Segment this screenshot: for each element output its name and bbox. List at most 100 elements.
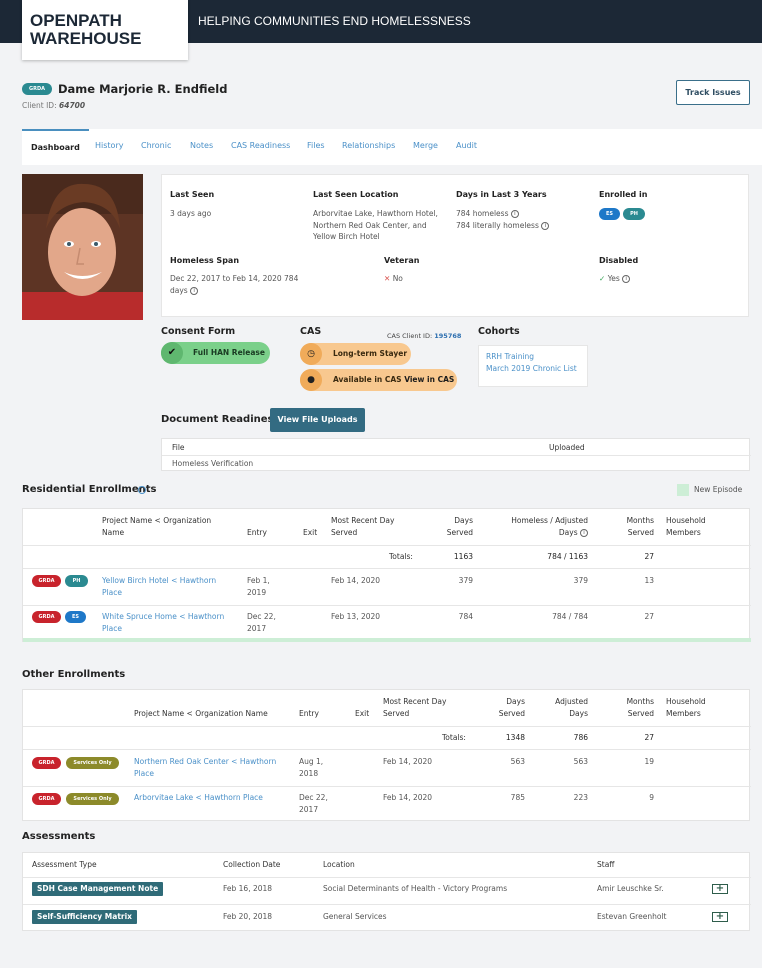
col-household-l2: Members: [666, 708, 701, 718]
collection-date: Feb 16, 2018: [223, 884, 273, 893]
col-days-l1: Days: [506, 697, 525, 706]
col-recent-l1: Most Recent Day: [383, 697, 447, 706]
totals-days: 1348: [505, 733, 525, 742]
adjusted-days: 563: [573, 757, 588, 766]
last-seen-location-label: Last Seen Location: [313, 190, 399, 199]
col-recent-l2: Served: [331, 527, 358, 537]
last-seen-label: Last Seen: [170, 190, 215, 199]
col-uploaded: Uploaded: [549, 443, 585, 452]
cas-tag-2-prefix: Available in CAS: [333, 375, 402, 384]
tab-bar: Dashboard History Chronic Notes CAS Read…: [22, 129, 762, 165]
project-link[interactable]: Yellow Birch Hotel < Hawthorn Place: [102, 575, 216, 598]
location-line-2: Northern Red Oak Center, and: [313, 220, 427, 230]
clock-icon: ◷: [300, 343, 322, 365]
entry-l2: 2018: [299, 768, 319, 778]
add-icon[interactable]: +: [712, 884, 728, 894]
document-row: Homeless Verification: [172, 459, 254, 468]
cohort-link[interactable]: March 2019 Chronic List: [486, 363, 577, 375]
homeless-span-value: Dec 22, 2017 to Feb 14, 2020 784 days i: [170, 273, 298, 296]
homeless-span-label: Homeless Span: [170, 256, 240, 265]
project-link[interactable]: Arborvitae Lake < Hawthorn Place: [134, 792, 263, 804]
col-project: Project Name < Organization Name: [134, 709, 268, 718]
entry-l1: Aug 1,: [299, 757, 324, 766]
recent-day: Feb 14, 2020: [383, 757, 433, 766]
ph-badge: PH: [65, 575, 88, 587]
info-icon[interactable]: [138, 486, 146, 494]
homeless-days: 379: [573, 576, 588, 585]
recent-day: Feb 13, 2020: [331, 612, 381, 621]
project-l2: Place: [102, 587, 122, 597]
entry-l1: Dec 22,: [299, 793, 328, 802]
days-served: 785: [510, 793, 525, 802]
col-location: Location: [323, 860, 355, 869]
tab-merge[interactable]: Merge: [413, 129, 438, 165]
info-icon[interactable]: i: [622, 275, 631, 283]
assessment-staff: Estevan Greenholt: [597, 912, 667, 921]
project-link[interactable]: Northern Red Oak Center < Hawthorn Place: [134, 756, 276, 779]
grda-badge: GRDA: [32, 575, 61, 587]
tab-files[interactable]: Files: [307, 129, 325, 165]
info-icon[interactable]: i: [190, 286, 199, 295]
col-assessment-type: Assessment Type: [32, 860, 97, 869]
col-project-l2: Name: [102, 527, 125, 537]
tab-history[interactable]: History: [95, 129, 123, 165]
info-icon[interactable]: i: [510, 210, 519, 218]
client-id-label: Client ID:: [22, 101, 57, 110]
summary-panel: Last Seen 3 days ago Last Seen Location …: [161, 174, 749, 317]
other-enrollments-title: Other Enrollments: [22, 669, 126, 680]
residential-table: Project Name < Organization Name Entry Ex…: [22, 508, 751, 642]
other-enrollments-table: Project Name < Organization Name Entry E…: [22, 689, 751, 821]
col-project-l1: Project Name < Organization: [102, 516, 212, 525]
tab-dashboard[interactable]: Dashboard: [22, 129, 89, 165]
info-icon[interactable]: i: [541, 221, 550, 230]
cohort-link[interactable]: RRH Training: [486, 351, 534, 363]
cas-tag-1: Long-term Stayer: [333, 349, 408, 358]
assessments-title: Assessments: [22, 831, 96, 842]
divider: [23, 877, 751, 878]
col-months: Months Served: [604, 696, 654, 719]
tab-relationships[interactable]: Relationships: [342, 129, 395, 165]
adjusted-days: 223: [573, 793, 588, 802]
assessment-type-link[interactable]: Self-Sufficiency Matrix: [32, 910, 138, 924]
cas-client-id-label: CAS Client ID:: [387, 332, 433, 340]
col-exit: Exit: [355, 709, 370, 718]
cas-client-id-link[interactable]: 195768: [434, 332, 461, 340]
totals-homeless: 784 / 1163: [547, 552, 588, 561]
tab-cas-readiness[interactable]: CAS Readiness: [231, 129, 290, 165]
veteran-text: No: [392, 274, 403, 283]
view-in-cas-link[interactable]: View in CAS: [404, 375, 454, 384]
assessment-type-link[interactable]: SDH Case Management Note: [32, 882, 164, 896]
days-served: 784: [458, 612, 473, 621]
tab-audit[interactable]: Audit: [456, 129, 477, 165]
days-served: 563: [510, 757, 525, 766]
add-icon[interactable]: +: [712, 912, 728, 922]
tab-chronic[interactable]: Chronic: [141, 129, 171, 165]
col-months-l2: Served: [627, 527, 654, 537]
view-file-uploads-button[interactable]: View File Uploads: [270, 408, 365, 432]
col-entry: Entry: [299, 709, 319, 718]
info-icon[interactable]: i: [580, 528, 588, 537]
cas-long-term-stayer-pill: ◷ Long-term Stayer: [300, 343, 411, 365]
totals-months: 27: [644, 733, 654, 742]
entry-date: Dec 22, 2017: [299, 792, 328, 815]
logo[interactable]: OPENPATH WAREHOUSE: [22, 0, 188, 60]
col-file: File: [172, 443, 185, 452]
grda-badge: GRDA: [32, 611, 61, 623]
track-issues-button[interactable]: Track Issues: [676, 80, 750, 105]
check-icon: ✓: [599, 274, 606, 283]
tab-notes[interactable]: Notes: [190, 129, 213, 165]
project-link[interactable]: White Spruce Home < Hawthorn Place: [102, 611, 224, 634]
span-line-2: days: [170, 285, 188, 295]
divider: [23, 749, 751, 750]
tagline: HELPING COMMUNITIES END HOMELESSNESS: [198, 14, 471, 28]
disabled-value: ✓ Yes i: [599, 273, 631, 285]
location-line-3: Yellow Birch Hotel: [313, 232, 380, 241]
entry-l2: 2019: [247, 587, 267, 597]
col-months-l2: Served: [627, 708, 654, 718]
col-adjusted-l1: Adjusted: [555, 697, 588, 706]
divider: [23, 605, 751, 606]
col-household: Household Members: [666, 515, 706, 538]
consent-status-pill: ✔ Full HAN Release: [161, 342, 270, 364]
cohorts-title: Cohorts: [478, 326, 520, 337]
col-days: Days Served: [475, 696, 525, 719]
